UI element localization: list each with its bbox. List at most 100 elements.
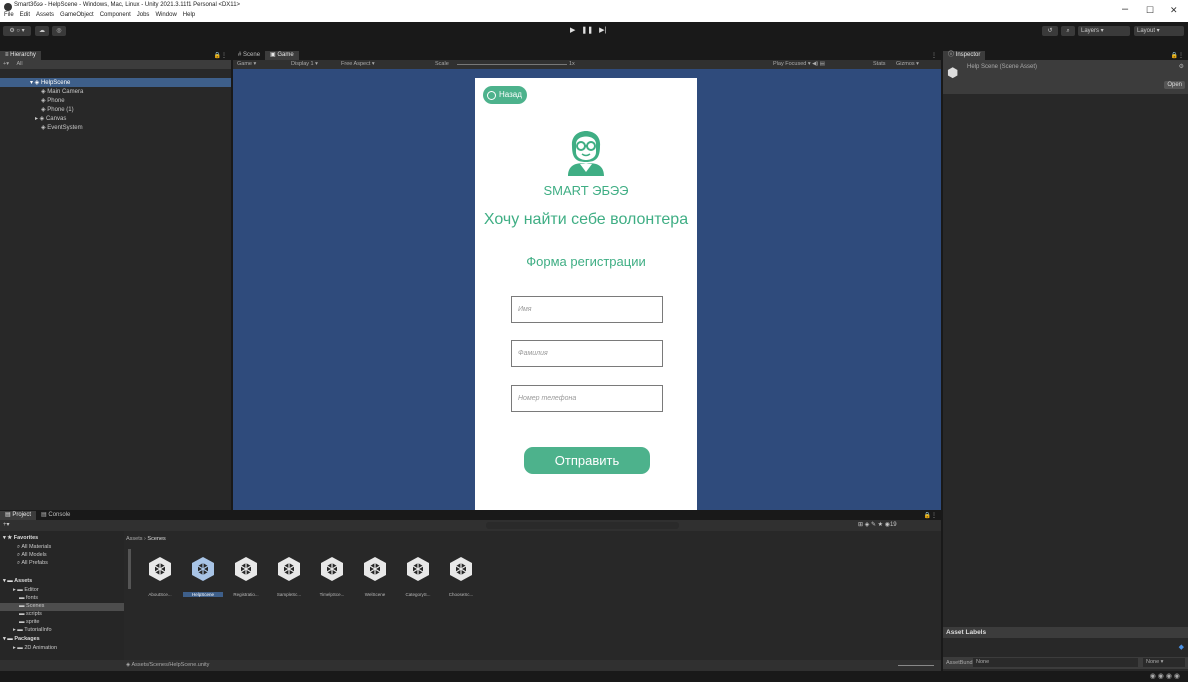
history-icon[interactable]: ↺ bbox=[1042, 26, 1058, 36]
package-item-label: 2D Animation bbox=[24, 645, 58, 651]
console-tab-label: Console bbox=[48, 512, 71, 518]
menu-file[interactable]: File bbox=[4, 12, 14, 18]
open-button[interactable]: Open bbox=[1164, 81, 1185, 89]
pause-icon[interactable]: ❚❚ bbox=[581, 26, 593, 34]
breadcrumb-current[interactable]: Scenes bbox=[147, 536, 165, 542]
close-button[interactable]: ✕ bbox=[1170, 5, 1178, 16]
assets-header[interactable]: ▾ ▬ Assets bbox=[3, 578, 32, 584]
aspect-dropdown[interactable]: Free Aspect ▾ bbox=[341, 60, 375, 69]
tab-console[interactable]: ▤ Console bbox=[36, 511, 75, 520]
folder-item[interactable]: ▸ ▬ TutorialInfo bbox=[13, 627, 52, 633]
panel-menu-icon[interactable]: ⋮ bbox=[931, 52, 937, 59]
folder-item[interactable]: ▬ fonts bbox=[19, 595, 38, 601]
tab-inspector[interactable]: ⓘ Inspector bbox=[943, 51, 986, 60]
filter-icons[interactable]: ⊞ ◈ ✎ ★ ◉19 bbox=[858, 521, 897, 528]
scene-asset[interactable]: WelScene bbox=[355, 555, 395, 597]
scene-name[interactable]: ▾ ◈ HelpScene bbox=[30, 79, 70, 86]
search-icon[interactable]: ⌕ bbox=[1061, 26, 1075, 36]
zoom-slider[interactable] bbox=[898, 665, 934, 666]
lock-icon[interactable]: 🔒⋮ bbox=[924, 512, 937, 519]
play-icon[interactable]: ▶ bbox=[570, 26, 575, 34]
layout-dropdown[interactable]: Layout ▾ bbox=[1134, 26, 1184, 36]
last-name-field[interactable]: Фамилия bbox=[511, 340, 663, 367]
folder-item-label: TutorialInfo bbox=[24, 627, 52, 633]
asset-variant-dropdown[interactable]: None ▾ bbox=[1143, 658, 1185, 667]
cloud-icon[interactable]: ☁ bbox=[35, 26, 49, 36]
game-tab-label: Game bbox=[277, 52, 294, 58]
hierarchy-search-input[interactable]: All bbox=[17, 61, 23, 67]
favorite-item-label: All Materials bbox=[21, 544, 52, 550]
create-icon[interactable]: +▾ bbox=[3, 521, 10, 528]
folder-item-label: Scenes bbox=[26, 603, 45, 609]
collab-icon[interactable]: ◎ bbox=[52, 26, 66, 36]
scene-asset[interactable]: CategoryS... bbox=[398, 555, 438, 597]
menu-assets[interactable]: Assets bbox=[36, 12, 54, 18]
hierarchy-item-label: EventSystem bbox=[47, 125, 83, 131]
account-button[interactable]: ⚙ ○ ▾ bbox=[3, 26, 31, 36]
menu-edit[interactable]: Edit bbox=[20, 12, 30, 18]
add-icon[interactable]: +▾ bbox=[0, 61, 9, 67]
favorite-item[interactable]: ⌕ All Models bbox=[17, 552, 47, 559]
menu-gameobject[interactable]: GameObject bbox=[60, 12, 94, 18]
tab-scene[interactable]: # Scene bbox=[233, 51, 265, 60]
folder-item[interactable]: ▬ sprite bbox=[19, 619, 39, 625]
favorite-item[interactable]: ⌕ All Materials bbox=[17, 544, 51, 551]
tag-icon[interactable]: ◆ bbox=[1179, 643, 1184, 651]
scrollbar[interactable] bbox=[128, 549, 131, 589]
scene-asset[interactable]: HelpScene bbox=[183, 555, 223, 597]
tab-game[interactable]: ▣ Game bbox=[265, 51, 299, 60]
favorite-item[interactable]: ⌕ All Prefabs bbox=[17, 560, 48, 567]
scene-asset-label: AboutSce... bbox=[148, 592, 172, 597]
scene-asset[interactable]: Registratio... bbox=[226, 555, 266, 597]
folder-item[interactable]: ▬ Scenes bbox=[19, 603, 44, 609]
hierarchy-item[interactable]: ▸ ◈ Canvas bbox=[35, 115, 66, 122]
folder-item[interactable]: ▸ ▬ Editor bbox=[13, 587, 39, 593]
submit-button[interactable]: Отправить bbox=[524, 447, 650, 474]
maximize-button[interactable]: ☐ bbox=[1146, 5, 1154, 16]
display-dropdown[interactable]: Display 1 ▾ bbox=[291, 60, 318, 69]
packages-header[interactable]: ▾ ▬ Packages bbox=[3, 636, 40, 642]
settings-icon[interactable]: ⚙ bbox=[1179, 63, 1184, 70]
hierarchy-item[interactable]: ◈ EventSystem bbox=[41, 124, 83, 131]
game-mode-dropdown[interactable]: Game ▾ bbox=[237, 60, 256, 69]
tab-hierarchy[interactable]: ≡ Hierarchy bbox=[0, 51, 41, 60]
project-search-input[interactable] bbox=[486, 522, 679, 529]
favorites-header[interactable]: ▾ ★ Favorites bbox=[3, 535, 38, 541]
gizmos-dropdown[interactable]: Gizmos ▾ bbox=[896, 60, 919, 69]
step-icon[interactable]: ▶| bbox=[599, 26, 606, 34]
unity-scene-icon bbox=[364, 557, 386, 581]
unity-scene-icon bbox=[407, 557, 429, 581]
asset-bundle-dropdown[interactable]: None bbox=[973, 658, 1138, 667]
folder-item[interactable]: ▬ scripts bbox=[19, 611, 42, 617]
scale-slider[interactable] bbox=[457, 64, 567, 65]
menu-component[interactable]: Component bbox=[100, 12, 131, 18]
scene-asset[interactable]: ChooseSc... bbox=[441, 555, 481, 597]
breadcrumb-root[interactable]: Assets bbox=[126, 536, 143, 542]
back-button[interactable]: Назад bbox=[483, 86, 527, 104]
layers-dropdown[interactable]: Layers ▾ bbox=[1078, 26, 1130, 36]
hierarchy-item[interactable]: ◈ Phone bbox=[41, 97, 65, 104]
package-item[interactable]: ▸ ▬ 2D Animation bbox=[13, 645, 57, 651]
first-name-field[interactable]: Имя bbox=[511, 296, 663, 323]
tab-project[interactable]: ▤ Project bbox=[0, 511, 37, 520]
menu-help[interactable]: Help bbox=[183, 12, 195, 18]
project-tab-label: Project bbox=[12, 512, 32, 518]
status-icons[interactable]: ◉ ◉ ◉ ◉ bbox=[1150, 672, 1180, 680]
menu-bar: File Edit Assets GameObject Component Jo… bbox=[4, 12, 195, 18]
minimize-button[interactable]: – bbox=[1122, 3, 1128, 15]
play-focused-dropdown[interactable]: Play Focused ▾ ◀) ▤ bbox=[773, 60, 825, 69]
phone-number-field[interactable]: Номер телефона bbox=[511, 385, 663, 412]
hierarchy-item[interactable]: ◈ Main Camera bbox=[41, 88, 83, 95]
folder-item-label: Editor bbox=[24, 587, 39, 593]
asset-title: Help Scene (Scene Asset) bbox=[967, 64, 1038, 70]
lock-icon[interactable]: 🔒⋮ bbox=[1171, 52, 1184, 59]
lock-icon[interactable]: 🔒⋮ bbox=[214, 52, 227, 59]
menu-jobs[interactable]: Jobs bbox=[137, 12, 150, 18]
layers-label: Layers bbox=[1081, 28, 1100, 34]
scene-asset[interactable]: TimelpSce... bbox=[312, 555, 352, 597]
scene-asset[interactable]: AboutSce... bbox=[140, 555, 180, 597]
scene-asset[interactable]: SampleSc... bbox=[269, 555, 309, 597]
stats-button[interactable]: Stats bbox=[873, 60, 886, 69]
menu-window[interactable]: Window bbox=[155, 12, 176, 18]
hierarchy-item[interactable]: ◈ Phone (1) bbox=[41, 106, 74, 113]
